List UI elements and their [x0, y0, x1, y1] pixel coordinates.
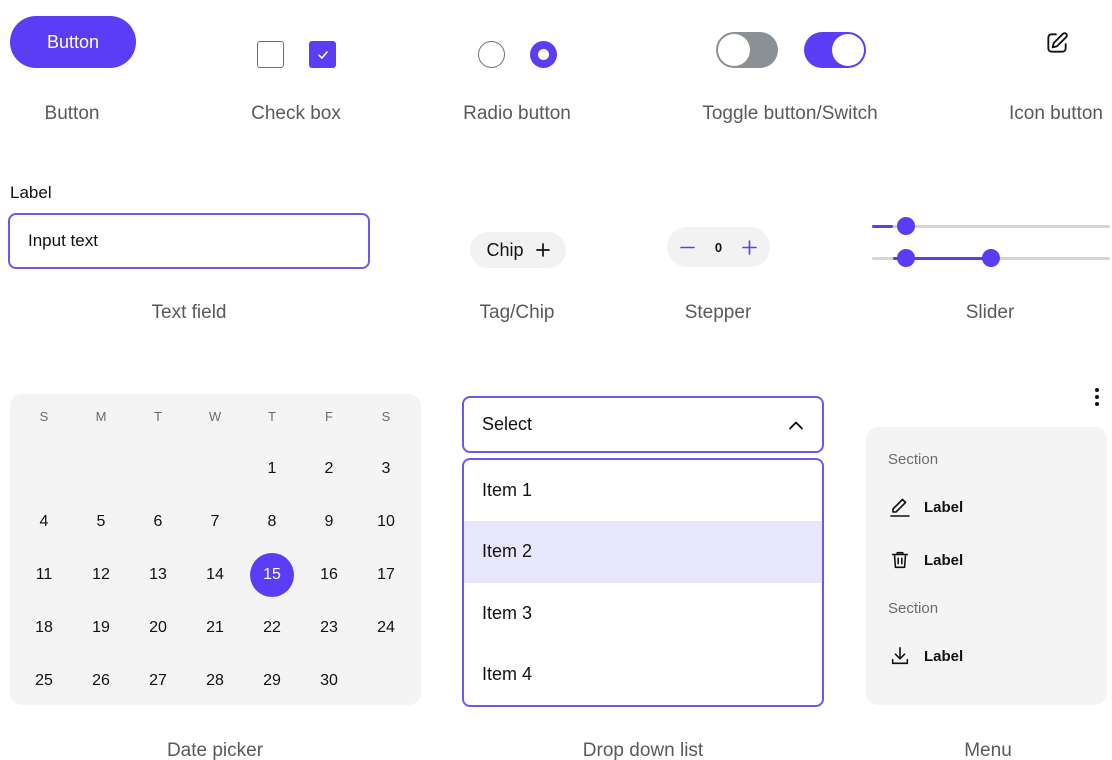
- weekday-header: F: [325, 409, 333, 424]
- radio-caption: Radio button: [463, 103, 571, 124]
- calendar-day[interactable]: 8: [250, 500, 294, 544]
- calendar-day[interactable]: 17: [364, 553, 408, 597]
- chip[interactable]: Chip: [470, 232, 566, 268]
- checkbox-caption: Check box: [251, 103, 341, 124]
- weekday-header: W: [208, 409, 222, 424]
- menu-item-download[interactable]: Label: [888, 644, 963, 668]
- toggle-knob: [832, 34, 864, 66]
- chevron-up-icon: [789, 421, 803, 429]
- menu: Section Label Label Section Label: [866, 427, 1107, 705]
- calendar-day[interactable]: 3: [364, 447, 408, 491]
- menu-caption: Menu: [964, 740, 1012, 760]
- calendar-day[interactable]: 24: [364, 606, 408, 650]
- calendar-day[interactable]: 11: [22, 553, 66, 597]
- calendar-day[interactable]: 7: [193, 500, 237, 544]
- icon-button-caption: Icon button: [1008, 103, 1104, 124]
- date-picker: S M T W T F S 1 2 3 4 5 6 7 8 9 10 11 12 13 14 15 16 17 18 19 20 21…: [10, 394, 421, 705]
- checkbox-checked[interactable]: [309, 41, 336, 68]
- trash-icon: [891, 551, 909, 569]
- edit-icon-button[interactable]: [1040, 26, 1074, 60]
- menu-item-delete[interactable]: Label: [888, 548, 963, 572]
- dropdown-placeholder: Select: [482, 414, 533, 434]
- text-field-input[interactable]: [8, 213, 370, 269]
- calendar-day[interactable]: 14: [193, 553, 237, 597]
- calendar-day[interactable]: 12: [79, 553, 123, 597]
- calendar-day[interactable]: 13: [136, 553, 180, 597]
- calendar-day[interactable]: 9: [307, 500, 351, 544]
- calendar-day[interactable]: 25: [22, 659, 66, 703]
- calendar-day[interactable]: 16: [307, 553, 351, 597]
- toggle-off[interactable]: [716, 32, 778, 68]
- calendar-day[interactable]: 1: [250, 447, 294, 491]
- menu-item-edit[interactable]: Label: [888, 495, 963, 519]
- toggle-caption: Toggle button/Switch: [702, 103, 878, 124]
- weekday-header: T: [154, 409, 162, 424]
- chip-label: Chip: [486, 239, 524, 260]
- plus-icon[interactable]: [742, 239, 757, 255]
- calendar-day[interactable]: 21: [193, 606, 237, 650]
- weekday-header: S: [39, 409, 49, 424]
- slider-caption: Slider: [965, 302, 1015, 323]
- calendar-day[interactable]: 19: [79, 606, 123, 650]
- dropdown-item[interactable]: Item 4: [464, 644, 822, 705]
- calendar-day[interactable]: 20: [136, 606, 180, 650]
- slider-thumb-start[interactable]: [897, 249, 916, 267]
- pencil-icon: [890, 498, 910, 517]
- stepper: 0: [667, 227, 770, 267]
- calendar-day[interactable]: 18: [22, 606, 66, 650]
- calendar-day[interactable]: 26: [79, 659, 123, 703]
- more-vert-icon[interactable]: [1086, 385, 1108, 409]
- weekday-header: S: [381, 409, 391, 424]
- calendar-day[interactable]: 22: [250, 606, 294, 650]
- stepper-value: 0: [714, 239, 723, 255]
- single-slider[interactable]: [872, 216, 1110, 236]
- chip-caption: Tag/Chip: [479, 302, 555, 323]
- dropdown-caption: Drop down list: [582, 740, 704, 760]
- menu-section-title: Section: [888, 451, 939, 468]
- dropdown-item[interactable]: Item 3: [464, 583, 822, 644]
- calendar-day[interactable]: 4: [22, 500, 66, 544]
- slider-fill: [872, 225, 894, 228]
- check-icon: [317, 50, 328, 59]
- calendar-day[interactable]: 2: [307, 447, 351, 491]
- calendar-day[interactable]: 10: [364, 500, 408, 544]
- calendar-day[interactable]: 27: [136, 659, 180, 703]
- minus-icon[interactable]: [680, 240, 695, 255]
- radio-unselected[interactable]: [478, 41, 505, 68]
- text-field-caption: Text field: [151, 302, 227, 323]
- date-picker-caption: Date picker: [166, 740, 264, 760]
- edit-icon: [1047, 32, 1068, 53]
- calendar-day[interactable]: 28: [193, 659, 237, 703]
- weekday-header: T: [268, 409, 276, 424]
- calendar-day[interactable]: 29: [250, 659, 294, 703]
- slider-thumb-end[interactable]: [982, 249, 1000, 267]
- calendar-day[interactable]: 6: [136, 500, 180, 544]
- menu-item-label: Label: [924, 498, 964, 516]
- plus-icon[interactable]: [535, 243, 550, 257]
- dropdown-item[interactable]: Item 2: [464, 521, 822, 583]
- toggle-knob: [718, 34, 750, 66]
- text-field-label: Label: [10, 183, 52, 202]
- calendar-day[interactable]: 30: [307, 659, 351, 703]
- checkbox-unchecked[interactable]: [257, 41, 284, 68]
- radio-selected[interactable]: [530, 41, 557, 68]
- dropdown-select[interactable]: Select: [462, 396, 824, 453]
- primary-button[interactable]: Button: [10, 16, 136, 68]
- stepper-caption: Stepper: [684, 302, 752, 323]
- dropdown-list: Item 1 Item 2 Item 3 Item 4: [462, 458, 824, 707]
- slider-thumb[interactable]: [897, 217, 916, 235]
- dropdown-item[interactable]: Item 1: [464, 460, 822, 521]
- download-icon: [891, 646, 909, 665]
- radio-dot: [538, 49, 549, 60]
- menu-item-label: Label: [924, 551, 964, 569]
- range-slider[interactable]: [872, 248, 1110, 268]
- weekday-header: M: [95, 409, 107, 424]
- button-caption: Button: [44, 103, 100, 124]
- toggle-on[interactable]: [804, 32, 866, 68]
- calendar-day-selected[interactable]: 15: [250, 553, 294, 597]
- calendar-day[interactable]: 23: [307, 606, 351, 650]
- menu-section-title: Section: [888, 600, 939, 617]
- calendar-day[interactable]: 5: [79, 500, 123, 544]
- menu-item-label: Label: [924, 647, 964, 665]
